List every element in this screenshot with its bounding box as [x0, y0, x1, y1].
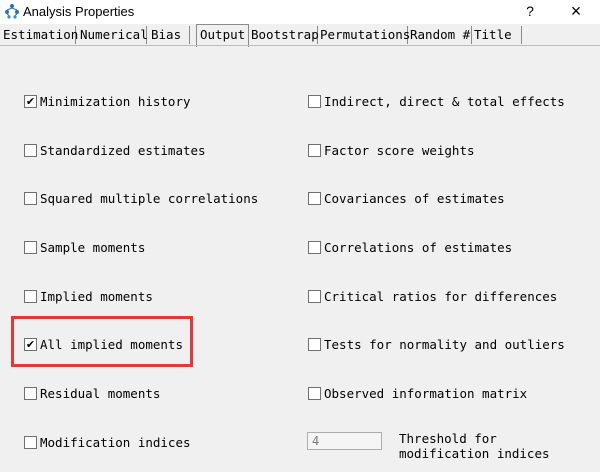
- checkbox[interactable]: [308, 290, 321, 303]
- title-bar: Analysis Properties ? ×: [0, 0, 600, 24]
- tab-permutations[interactable]: Permutations: [317, 26, 410, 44]
- close-button[interactable]: ×: [564, 1, 588, 22]
- checkbox[interactable]: [24, 290, 37, 303]
- checkbox[interactable]: ✔: [24, 95, 37, 108]
- help-button[interactable]: ?: [520, 3, 540, 19]
- checkbox[interactable]: [24, 144, 37, 157]
- option-label: Squared multiple correlations: [40, 191, 259, 206]
- checkbox[interactable]: [308, 338, 321, 351]
- tab-estimation[interactable]: Estimation: [0, 26, 78, 44]
- option-label: Implied moments: [40, 289, 153, 304]
- tab-numerical[interactable]: Numerical: [77, 26, 148, 44]
- checkbox[interactable]: [24, 192, 37, 205]
- checkbox[interactable]: [24, 241, 37, 254]
- tab-output[interactable]: Output: [196, 24, 249, 47]
- option-label: Critical ratios for differences: [324, 289, 558, 304]
- checkbox[interactable]: [308, 95, 321, 108]
- tab-strip: Estimation Numerical Bias Output Bootstr…: [0, 24, 600, 47]
- option-label: Observed information matrix: [324, 386, 528, 401]
- checkbox[interactable]: [308, 192, 321, 205]
- checkbox[interactable]: [24, 436, 37, 449]
- option-label: Minimization history: [40, 94, 191, 109]
- tab-title[interactable]: Title: [471, 26, 522, 44]
- checkbox[interactable]: [308, 387, 321, 400]
- highlight-box: [11, 316, 193, 367]
- amos-network-icon: [5, 4, 19, 19]
- threshold-label: Threshold for modification indices: [399, 431, 550, 461]
- threshold-input[interactable]: [307, 432, 382, 450]
- tab-divider: [0, 45, 600, 46]
- tab-bootstrap[interactable]: Bootstrap: [248, 26, 319, 44]
- checkbox[interactable]: [24, 387, 37, 400]
- option-label: Standardized estimates: [40, 143, 206, 158]
- tab-random[interactable]: Random #: [407, 26, 472, 44]
- checkbox[interactable]: [308, 241, 321, 254]
- checkbox[interactable]: [308, 144, 321, 157]
- option-label: Factor score weights: [324, 143, 475, 158]
- window-title: Analysis Properties: [23, 4, 135, 19]
- option-label: Correlations of estimates: [324, 240, 513, 255]
- option-label: Covariances of estimates: [324, 191, 505, 206]
- option-label: Sample moments: [40, 240, 146, 255]
- option-label: Tests for normality and outliers: [324, 337, 565, 352]
- option-label: Modification indices: [40, 435, 191, 450]
- tab-bias[interactable]: Bias: [148, 26, 190, 44]
- option-label: Residual moments: [40, 386, 161, 401]
- option-label: Indirect, direct & total effects: [324, 94, 565, 109]
